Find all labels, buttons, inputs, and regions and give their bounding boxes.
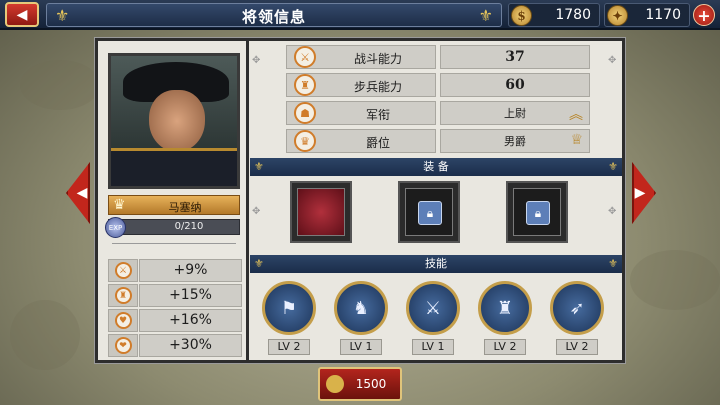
- bonus-row: ⚔ +9%: [108, 259, 242, 283]
- lock-icon: 🔒︎: [418, 201, 442, 225]
- musket-volley-icon[interactable]: ♞: [334, 281, 388, 335]
- fleur-de-lis-icon: ⚜: [254, 257, 264, 270]
- general-profile: ♛ 马塞纳 EXP 0/210 ⚔ +9% ♜ +15% ♥ +16% ❤ +3…: [102, 45, 244, 359]
- stat-value: 上尉: [504, 107, 526, 120]
- bonus-value: +15%: [139, 284, 242, 307]
- chevron-right-icon: ▶: [634, 185, 646, 201]
- fleur-de-lis-icon: ⚜: [608, 160, 618, 173]
- bonus-value: +30%: [139, 334, 242, 357]
- bonus-row: ♥ +16%: [108, 309, 242, 333]
- medal-value: 1170: [645, 7, 681, 23]
- skill-level: LV 1: [340, 339, 382, 355]
- uniform-coat: [111, 148, 237, 186]
- stat-value: 60: [505, 77, 525, 93]
- chevron-rank-icon: ︽: [569, 107, 583, 123]
- stat-row: 步兵能力 ♜ 60: [250, 72, 622, 98]
- equipment-header: ⚜ 装 备 ⚜: [250, 158, 622, 176]
- heart-icon: ❤: [114, 337, 132, 354]
- battle-icon: ⚔: [294, 46, 316, 68]
- crown-icon: ♛: [294, 130, 316, 152]
- heart-shield-icon: ♥: [114, 312, 132, 329]
- skills-header: ⚜ 技能 ⚜: [250, 255, 622, 273]
- stat-value: 37: [505, 49, 525, 65]
- ornament-divider: [112, 243, 236, 249]
- name-plate: ♛ 马塞纳: [108, 195, 240, 215]
- exp-badge-icon: EXP: [105, 217, 126, 238]
- ornament-icon: ✥: [608, 206, 617, 217]
- ornament-icon: ✥: [252, 206, 261, 217]
- skills-title: 技能: [425, 257, 447, 270]
- medal-counter: ✦ 1170: [604, 3, 690, 27]
- medal-icon: ✦: [607, 5, 628, 26]
- red-banner-icon: [297, 188, 345, 236]
- stat-label: 步兵能力: [353, 80, 402, 94]
- rank-badge-icon: ♛: [113, 197, 126, 213]
- page-title: 将领信息: [241, 8, 306, 26]
- fleur-de-lis-icon: ⚜: [254, 160, 264, 173]
- equipment-slot[interactable]: 🔒︎: [506, 181, 568, 243]
- stat-value: 男爵: [504, 135, 526, 148]
- general-name: 马塞纳: [168, 201, 202, 214]
- general-details: ✥ ✥ 战斗能力 ⚔ 37 步兵能力 ♜ 60 军衔 ☗ 上尉 ︽ 爵位 ♛ 男…: [250, 41, 622, 360]
- top-bar: ◀ ⚜ 将领信息 ⚜ $ 1780 ✦ 1170 +: [0, 0, 720, 30]
- bonus-row: ❤ +30%: [108, 334, 242, 358]
- infantry-charge-icon[interactable]: ⚑: [262, 281, 316, 335]
- rank-icon: ☗: [294, 102, 316, 124]
- crossed-swords-icon: ⚔: [114, 262, 132, 279]
- bonus-value: +9%: [139, 259, 242, 282]
- stat-label: 战斗能力: [353, 52, 402, 66]
- portrait-face: [149, 90, 205, 152]
- grenadier-wreath-icon[interactable]: ♜: [478, 281, 532, 335]
- infantry-icon: ♜: [294, 74, 316, 96]
- gold-coin-icon: $: [511, 5, 532, 26]
- title-bar: ⚜ 将领信息 ⚜: [46, 3, 502, 27]
- add-currency-button[interactable]: +: [693, 4, 715, 26]
- upgrade-cost: 1500: [355, 377, 387, 391]
- lock-icon: 🔒︎: [526, 201, 550, 225]
- stat-row: 战斗能力 ⚔ 37: [250, 44, 622, 70]
- coin-icon: [326, 375, 344, 393]
- general-info-panel: ♛ 马塞纳 EXP 0/210 ⚔ +9% ♜ +15% ♥ +16% ❤ +3…: [95, 38, 625, 363]
- skill-level: LV 2: [484, 339, 526, 355]
- gold-counter: $ 1780: [508, 3, 600, 27]
- soldier-icon: ♜: [114, 287, 132, 304]
- skill-level: LV 2: [268, 339, 310, 355]
- stat-row: 军衔 ☗ 上尉 ︽: [250, 100, 622, 126]
- skill-level: LV 1: [412, 339, 454, 355]
- bonus-value: +16%: [139, 309, 242, 332]
- column-divider: [246, 41, 249, 360]
- stat-row: 爵位 ♛ 男爵 ♕: [250, 128, 622, 154]
- back-button[interactable]: ◀: [5, 2, 39, 27]
- chevron-left-icon: ◀: [76, 185, 88, 201]
- bonus-row: ♜ +15%: [108, 284, 242, 308]
- back-arrow-icon: ◀: [16, 6, 28, 23]
- fleur-de-lis-icon: ⚜: [478, 6, 493, 25]
- next-general-button[interactable]: ▶: [632, 162, 656, 224]
- trench-rifleman-icon[interactable]: ⚔: [406, 281, 460, 335]
- fleur-de-lis-icon: ⚜: [608, 257, 618, 270]
- title-scroll-icon: ♕: [570, 132, 583, 148]
- skill-level: LV 2: [556, 339, 598, 355]
- bugle-icon[interactable]: ➶: [550, 281, 604, 335]
- stat-label: 军衔: [365, 108, 390, 122]
- stat-label: 爵位: [365, 136, 390, 150]
- equipment-slot[interactable]: 🔒︎: [398, 181, 460, 243]
- bonus-list: ⚔ +9% ♜ +15% ♥ +16% ❤ +30%: [108, 259, 242, 359]
- equipment-title: 装 备: [423, 160, 449, 173]
- previous-general-button[interactable]: ◀: [66, 162, 90, 224]
- general-portrait: [108, 53, 240, 189]
- equipment-slot[interactable]: [290, 181, 352, 243]
- upgrade-button[interactable]: 1500: [318, 367, 402, 401]
- exp-bar: EXP 0/210: [105, 217, 240, 238]
- gold-value: 1780: [555, 7, 591, 23]
- exp-value: 0/210: [174, 221, 204, 232]
